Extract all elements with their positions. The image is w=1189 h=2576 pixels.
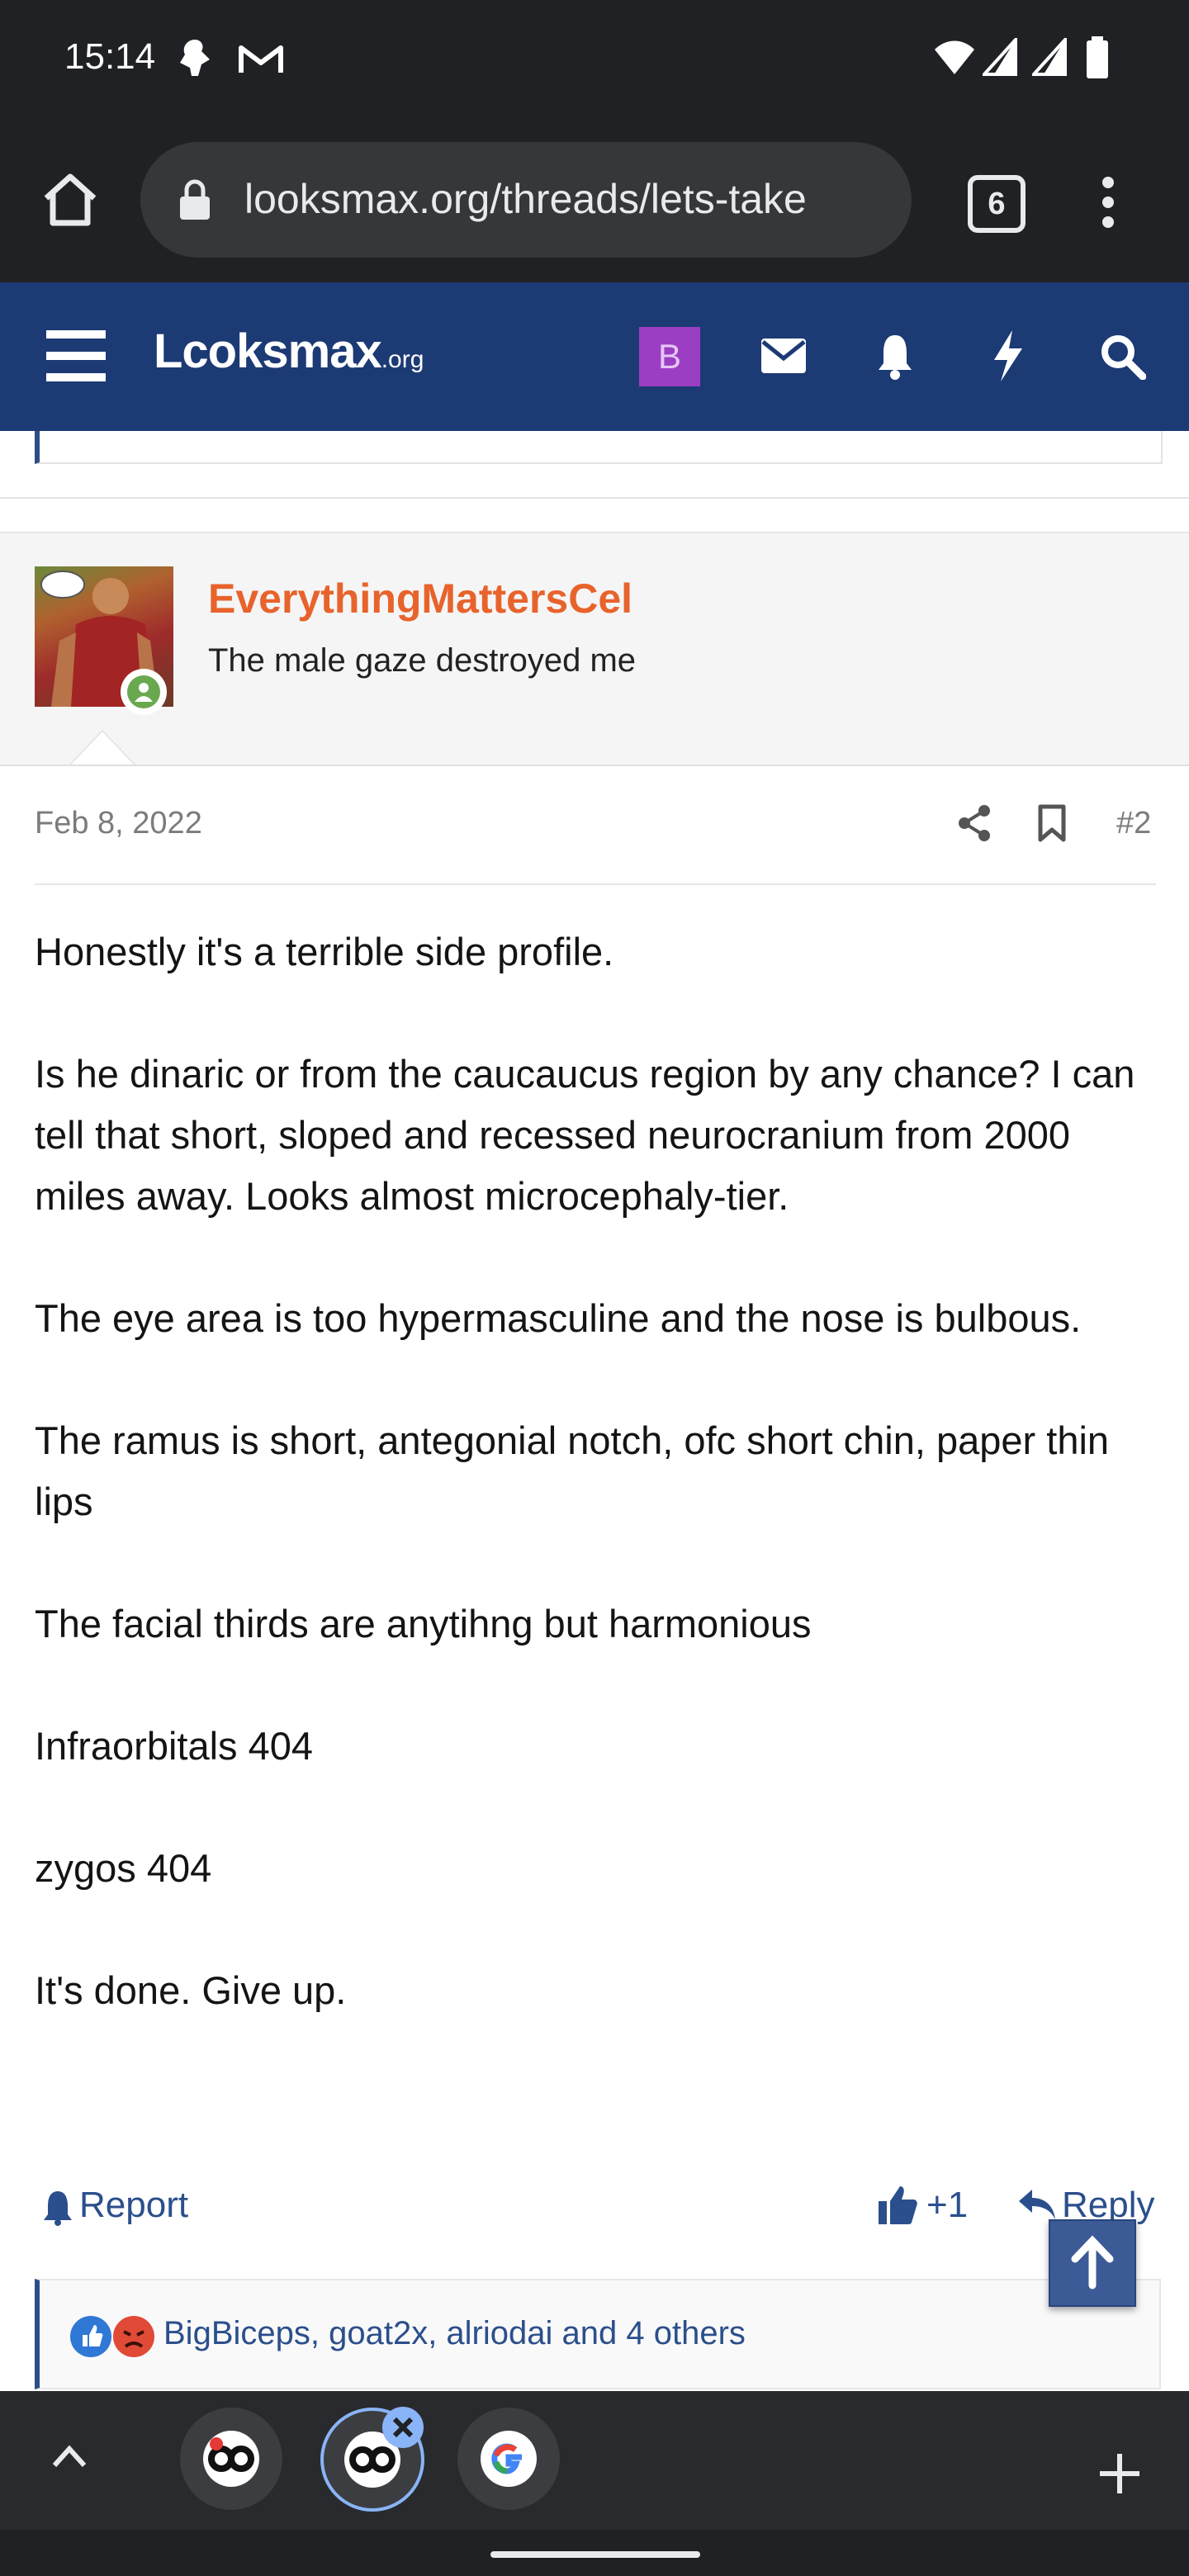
panel-pointer <box>71 732 134 765</box>
post-paragraph: Is he dinaric or from the caucaucus regi… <box>35 1052 1135 1218</box>
post-paragraph: The facial thirds are anytihng but harmo… <box>35 1602 812 1646</box>
looksmax-favicon-icon <box>203 2431 259 2487</box>
wifi-icon <box>935 40 974 74</box>
signal-icon-1 <box>983 38 1017 76</box>
status-time: 15:14 <box>64 36 156 77</box>
signal-icon-2 <box>1032 38 1067 76</box>
lock-icon <box>180 179 210 220</box>
battery-icon <box>1087 36 1108 78</box>
reactions-summary[interactable]: BigBiceps, goat2x, alriodai and 4 others <box>163 2315 746 2352</box>
home-icon[interactable] <box>41 172 99 228</box>
gesture-home-handle[interactable] <box>490 2551 700 2558</box>
report-link[interactable]: Report <box>79 2185 188 2226</box>
post-date[interactable]: Feb 8, 2022 <box>35 806 202 841</box>
tab-strip <box>0 2391 1189 2530</box>
previous-post-fragment <box>35 431 1163 464</box>
share-icon[interactable] <box>958 804 991 842</box>
post-username[interactable]: EverythingMattersCel <box>208 575 632 623</box>
search-icon[interactable] <box>1100 334 1146 380</box>
expand-tabs-icon[interactable] <box>50 2441 89 2470</box>
user-online-icon <box>135 683 153 702</box>
post-number[interactable]: #2 <box>1116 806 1151 841</box>
like-button[interactable]: +1 <box>926 2185 968 2226</box>
reply-arrow-icon[interactable] <box>1017 2188 1057 2221</box>
close-tab-icon[interactable] <box>381 2406 424 2449</box>
whats-new-lightning-icon[interactable] <box>991 329 1024 383</box>
post-paragraph: Infraorbitals 404 <box>35 1724 314 1768</box>
post-paragraph: Honestly it's a terrible side profile. <box>35 930 614 973</box>
notification-app-icon <box>180 40 210 76</box>
bookmark-icon[interactable] <box>1037 804 1067 842</box>
arrow-up-icon <box>1071 2235 1114 2290</box>
post-paragraph: The eye area is too hypermasculine and t… <box>35 1296 1082 1340</box>
tab-google[interactable] <box>457 2408 560 2510</box>
scroll-to-top-button[interactable] <box>1049 2219 1136 2307</box>
site-logo-tld: .org <box>381 346 424 373</box>
post-paragraph: The ramus is short, antegonial notch, of… <box>35 1418 1110 1523</box>
reaction-icons <box>70 2316 154 2357</box>
online-indicator <box>127 675 160 708</box>
messages-icon[interactable] <box>761 339 806 373</box>
post-paragraph: zygos 404 <box>35 1846 212 1890</box>
divider <box>35 883 1156 885</box>
google-favicon-icon <box>481 2431 537 2487</box>
report-bell-icon[interactable] <box>43 2190 73 2226</box>
tab-looksmax-1[interactable] <box>180 2408 282 2510</box>
post-paragraph: It's done. Give up. <box>35 1968 347 2012</box>
site-logo[interactable]: Lcoksmax.org <box>154 324 424 379</box>
post-body: Honestly it's a terrible side profile. I… <box>35 921 1154 2082</box>
hamburger-menu-icon[interactable] <box>46 330 106 381</box>
divider <box>0 497 1189 499</box>
user-title: The male gaze destroyed me <box>208 642 637 679</box>
alerts-bell-icon[interactable] <box>877 332 913 380</box>
url-text[interactable]: looksmax.org/threads/lets-take <box>244 175 897 223</box>
gmail-icon <box>239 45 283 73</box>
thumbs-up-icon[interactable] <box>877 2185 918 2226</box>
more-menu-icon[interactable] <box>1097 175 1120 230</box>
account-avatar[interactable]: B <box>639 327 700 386</box>
tab-switcher-button[interactable]: 6 <box>968 175 1026 233</box>
new-tab-plus-icon[interactable] <box>1097 2451 1143 2497</box>
